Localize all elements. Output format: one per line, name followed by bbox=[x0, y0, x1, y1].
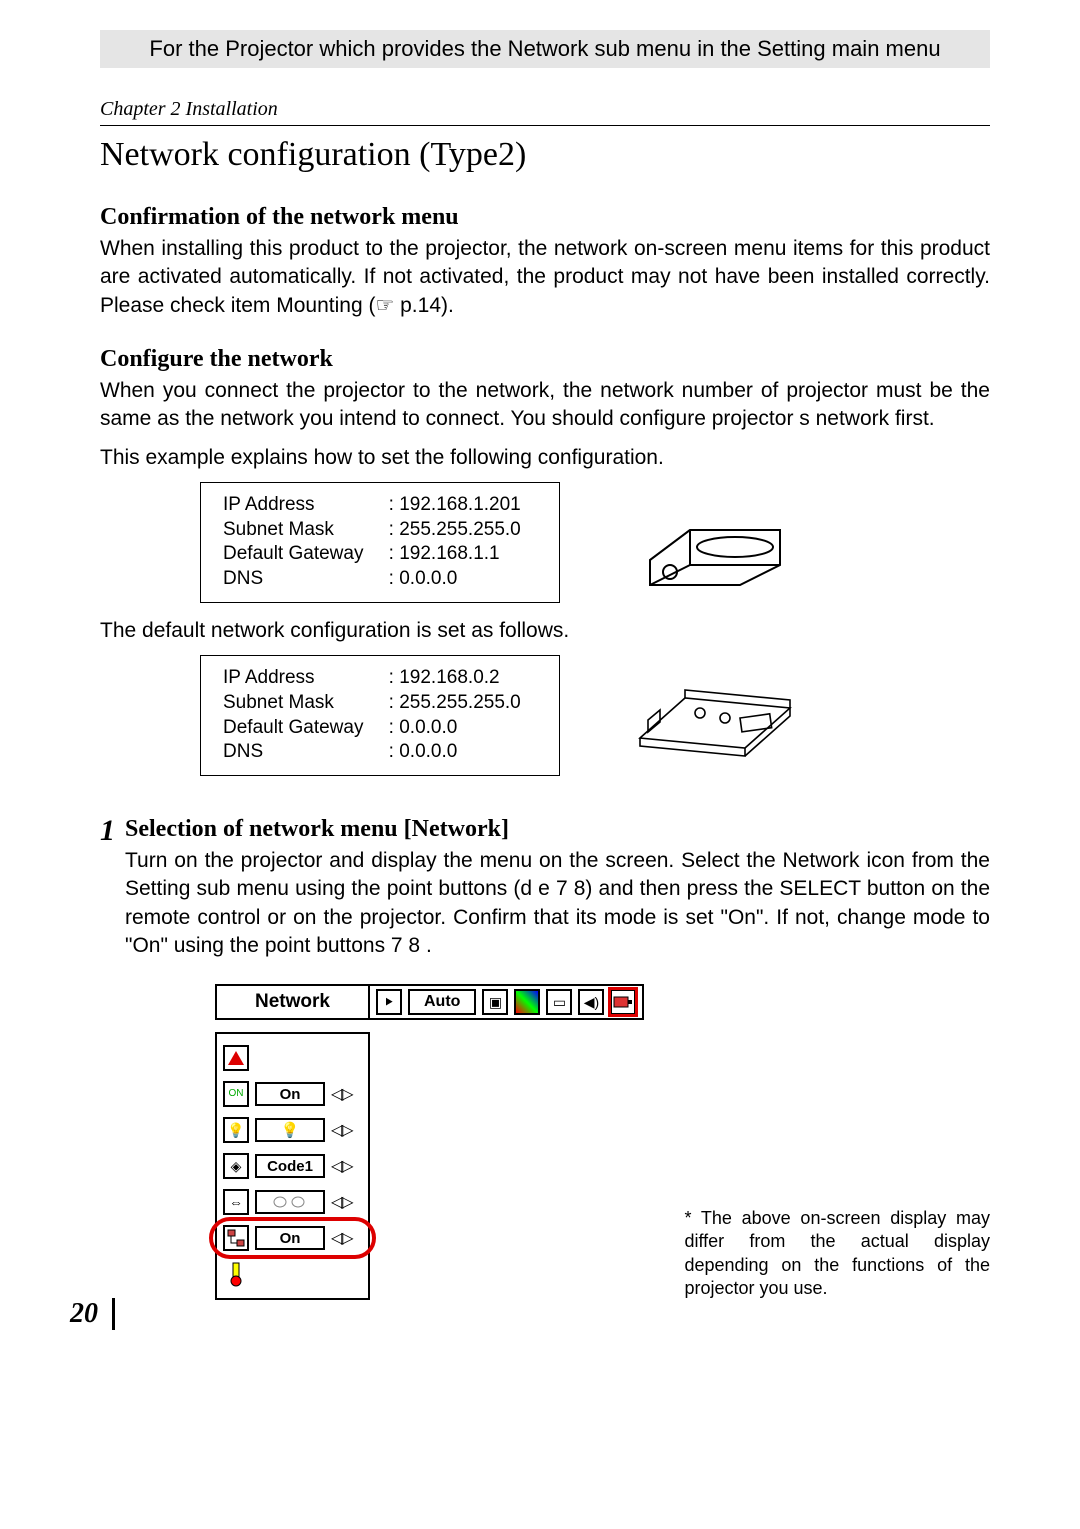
table-row: Subnet Mask: 255.255.255.0 bbox=[219, 691, 541, 716]
top-banner: For the Projector which provides the Net… bbox=[100, 30, 990, 68]
network-card-illustration bbox=[630, 668, 800, 763]
input-source-icon[interactable]: ⯈ bbox=[376, 989, 402, 1015]
auto-field[interactable]: Auto bbox=[408, 989, 476, 1015]
keystone-value bbox=[255, 1190, 325, 1214]
paragraph-confirmation: When installing this product to the proj… bbox=[100, 235, 990, 320]
osd-row-remote[interactable]: ◈ Code1 ◁▷ bbox=[217, 1148, 368, 1184]
color-icon[interactable] bbox=[514, 989, 540, 1015]
power-mgmt-icon: ON bbox=[223, 1081, 249, 1107]
remote-icon: ◈ bbox=[223, 1153, 249, 1179]
osd-body: ON On ◁▷ 💡 💡 ◁▷ ◈ Code1 ◁▷ ⇔ ◁▷ bbox=[215, 1032, 370, 1300]
paragraph-configure-2: This example explains how to set the fol… bbox=[100, 444, 990, 472]
page-title: Network configuration (Type2) bbox=[100, 136, 990, 174]
sound-icon[interactable]: ◀) bbox=[578, 989, 604, 1015]
table-row: DNS: 0.0.0.0 bbox=[219, 567, 541, 592]
table-row: IP Address: 192.168.1.201 bbox=[219, 493, 541, 518]
step-number: 1 bbox=[100, 816, 115, 846]
config-row-2: IP Address: 192.168.0.2 Subnet Mask: 255… bbox=[100, 655, 990, 776]
table-row: Default Gateway: 192.168.1.1 bbox=[219, 542, 541, 567]
left-right-arrows-icon: ◁▷ bbox=[331, 1192, 352, 1212]
left-right-arrows-icon: ◁▷ bbox=[331, 1228, 352, 1248]
config-box-default: IP Address: 192.168.0.2 Subnet Mask: 255… bbox=[200, 655, 560, 776]
network-value: On bbox=[255, 1226, 325, 1250]
left-right-arrows-icon: ◁▷ bbox=[331, 1084, 352, 1104]
power-value: On bbox=[255, 1082, 325, 1106]
osd-row-up[interactable] bbox=[217, 1040, 368, 1076]
screen-icon[interactable]: ▭ bbox=[546, 989, 572, 1015]
osd-row-power[interactable]: ON On ◁▷ bbox=[217, 1076, 368, 1112]
footnote-asterisk: * bbox=[684, 1208, 700, 1228]
image-icon[interactable]: ▣ bbox=[482, 989, 508, 1015]
table-row: DNS: 0.0.0.0 bbox=[219, 740, 541, 765]
osd-top-bar: Network ⯈ Auto ▣ ▭ ◀) bbox=[215, 984, 644, 1020]
osd-footnote: * The above on-screen display may differ… bbox=[684, 1207, 990, 1301]
up-arrow-icon bbox=[228, 1051, 244, 1065]
page-number: 20 bbox=[70, 1298, 115, 1330]
table-row: Subnet Mask: 255.255.255.0 bbox=[219, 518, 541, 543]
projector-illustration bbox=[630, 490, 800, 595]
subheading-configure: Configure the network bbox=[100, 346, 990, 373]
table-row: Default Gateway: 0.0.0.0 bbox=[219, 716, 541, 741]
osd-tab-network[interactable]: Network bbox=[215, 984, 370, 1020]
step-heading: Selection of network menu [Network] bbox=[125, 816, 990, 843]
osd-toolbar: ⯈ Auto ▣ ▭ ◀) bbox=[370, 984, 644, 1020]
osd-row-info[interactable] bbox=[217, 1256, 368, 1292]
step-body: Turn on the projector and display the me… bbox=[125, 847, 990, 960]
table-row: IP Address: 192.168.0.2 bbox=[219, 666, 541, 691]
osd-row-keystone[interactable]: ⇔ ◁▷ bbox=[217, 1184, 368, 1220]
osd-screenshot: Network ⯈ Auto ▣ ▭ ◀) ON bbox=[215, 984, 644, 1300]
chapter-heading: Chapter 2 Installation bbox=[100, 98, 990, 126]
setting-icon[interactable] bbox=[610, 989, 636, 1015]
osd-row-network[interactable]: On ◁▷ bbox=[217, 1220, 368, 1256]
paragraph-default-config: The default network configuration is set… bbox=[100, 617, 990, 645]
network-icon bbox=[223, 1225, 249, 1251]
keystone-icon: ⇔ bbox=[223, 1189, 249, 1215]
left-right-arrows-icon: ◁▷ bbox=[331, 1156, 352, 1176]
lamp-value: 💡 bbox=[255, 1118, 325, 1142]
config-row-1: IP Address: 192.168.1.201 Subnet Mask: 2… bbox=[100, 482, 990, 603]
subheading-confirmation: Confirmation of the network menu bbox=[100, 204, 990, 231]
remote-value: Code1 bbox=[255, 1154, 325, 1178]
left-right-arrows-icon: ◁▷ bbox=[331, 1120, 352, 1140]
lamp-icon: 💡 bbox=[223, 1117, 249, 1143]
osd-row-lamp[interactable]: 💡 💡 ◁▷ bbox=[217, 1112, 368, 1148]
footnote-text: The above on-screen display may differ f… bbox=[684, 1208, 990, 1298]
thermometer-icon bbox=[223, 1261, 249, 1287]
paragraph-configure-1: When you connect the projector to the ne… bbox=[100, 377, 990, 434]
config-box-example: IP Address: 192.168.1.201 Subnet Mask: 2… bbox=[200, 482, 560, 603]
step-1: 1 Selection of network menu [Network] Tu… bbox=[100, 816, 990, 970]
